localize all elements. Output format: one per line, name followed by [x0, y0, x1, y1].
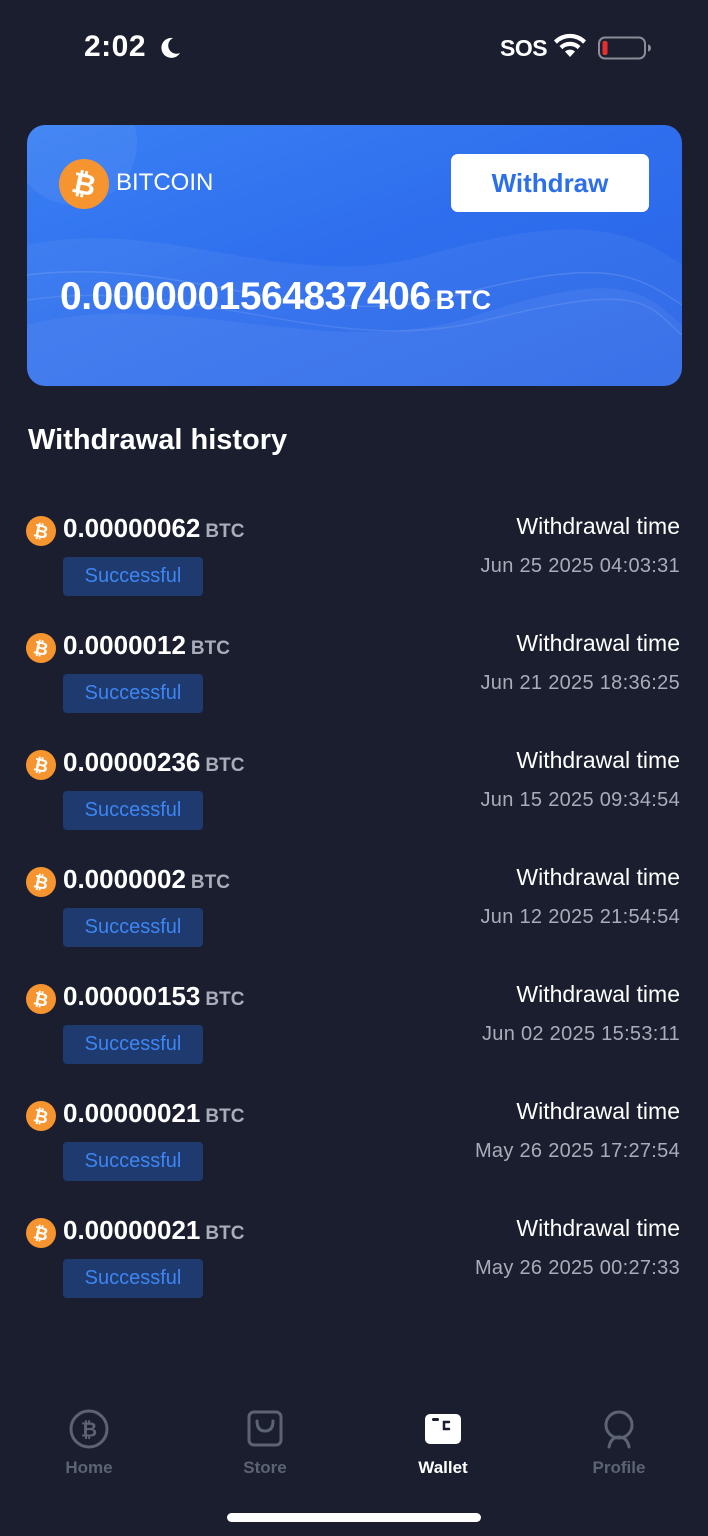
amount-value: 0.0000012 — [63, 630, 186, 660]
amount-unit: BTC — [205, 521, 245, 542]
balance: 0.0000001564837406 BTC — [60, 275, 491, 319]
balance-amount: 0.0000001564837406 — [60, 275, 431, 318]
svg-text:₿: ₿ — [81, 1418, 97, 1442]
amount-unit: BTC — [205, 989, 245, 1010]
withdrawal-amount: 0.00000236 BTC — [63, 747, 244, 778]
amount-value: 0.00000021 — [63, 1098, 201, 1128]
withdrawal-amount: 0.00000153 BTC — [63, 981, 244, 1012]
withdrawal-time-value: Jun 25 2025 04:03:31 — [480, 555, 680, 577]
amount-unit: BTC — [205, 1106, 245, 1127]
bitcoin-icon: ₿ — [69, 1409, 109, 1449]
home-indicator — [227, 1513, 481, 1522]
withdrawal-history-title: Withdrawal history — [28, 424, 288, 456]
status-badge: Successful — [63, 1259, 203, 1298]
bitcoin-coin-icon: ₿ — [26, 984, 56, 1014]
status-badge: Successful — [63, 908, 203, 947]
bitcoin-coin-icon: ₿ — [26, 1101, 56, 1131]
nav-store[interactable]: Store — [205, 1395, 325, 1485]
coin-name: BITCOIN — [116, 169, 214, 196]
withdrawal-time-label: Withdrawal time — [516, 513, 680, 539]
nav-wallet-label: Wallet — [418, 1458, 468, 1477]
profile-icon — [604, 1410, 634, 1449]
withdrawal-amount: 0.00000021 BTC — [63, 1215, 244, 1246]
amount-value: 0.00000153 — [63, 981, 201, 1011]
bitcoin-coin-icon: ₿ — [26, 750, 56, 780]
withdrawal-time-value: May 26 2025 17:27:54 — [474, 1140, 680, 1162]
sos-indicator: SOS — [500, 35, 548, 61]
amount-unit: BTC — [190, 872, 230, 893]
withdrawal-time-label: Withdrawal time — [516, 747, 680, 773]
nav-home[interactable]: ₿ Home — [29, 1395, 149, 1485]
withdrawal-amount: 0.0000002 BTC — [63, 864, 230, 895]
nav-wallet[interactable]: Wallet — [383, 1395, 503, 1485]
status-time: 2:02 — [84, 30, 147, 63]
status-badge: Successful — [63, 1025, 203, 1064]
withdrawal-time-label: Withdrawal time — [516, 1215, 680, 1241]
bitcoin-logo-icon: ₿ — [59, 159, 109, 209]
amount-value: 0.0000002 — [63, 864, 186, 894]
status-badge: Successful — [63, 1142, 203, 1181]
list-item: ₿ 0.00000062 BTC Successful Withdrawal time J… — [0, 513, 708, 616]
status-badge: Successful — [63, 791, 203, 830]
withdrawal-time-value: May 26 2025 00:27:33 — [474, 1257, 680, 1279]
withdrawal-time-label: Withdrawal time — [516, 1098, 680, 1124]
bitcoin-coin-icon: ₿ — [26, 516, 56, 546]
amount-value: 0.00000062 — [63, 513, 201, 543]
withdrawal-amount: 0.00000021 BTC — [63, 1098, 244, 1129]
status-bar: 2:02 SOS — [0, 0, 708, 96]
list-item: ₿ 0.00000236 BTC Successful Withdrawal time J… — [0, 747, 708, 850]
wallet-icon — [425, 1414, 461, 1444]
wallet-screen: 2:02 SOS ₿ BITCOIN Withdraw 0.0000001564… — [0, 0, 708, 1536]
amount-unit: BTC — [205, 755, 245, 776]
nav-profile-label: Profile — [592, 1458, 646, 1477]
withdrawal-amount: 0.00000062 BTC — [63, 513, 244, 544]
wifi-icon — [554, 33, 586, 57]
nav-profile[interactable]: Profile — [559, 1395, 679, 1485]
withdraw-button[interactable]: Withdraw — [451, 154, 649, 212]
amount-unit: BTC — [190, 638, 230, 659]
list-item: ₿ 0.0000002 BTC Successful Withdrawal time Ju… — [0, 864, 708, 967]
withdrawal-time-value: Jun 15 2025 09:34:54 — [480, 789, 680, 811]
bitcoin-coin-icon: ₿ — [26, 867, 56, 897]
list-item: ₿ 0.00000021 BTC Successful Withdrawal time M… — [0, 1098, 708, 1201]
withdrawal-time-label: Withdrawal time — [516, 981, 680, 1007]
list-item: ₿ 0.0000012 BTC Successful Withdrawal time Ju… — [0, 630, 708, 733]
bitcoin-coin-icon: ₿ — [26, 1218, 56, 1248]
balance-unit: BTC — [435, 285, 492, 315]
nav-store-label: Store — [243, 1458, 287, 1477]
bottom-nav: ₿ Home Store Wallet Profile — [0, 1395, 708, 1495]
withdrawal-time-label: Withdrawal time — [516, 630, 680, 656]
amount-unit: BTC — [205, 1223, 245, 1244]
nav-home-label: Home — [65, 1458, 113, 1477]
list-item: ₿ 0.00000021 BTC Successful Withdrawal time M… — [0, 1215, 708, 1318]
status-badge: Successful — [63, 557, 203, 596]
list-item: ₿ 0.00000153 BTC Successful Withdrawal time J… — [0, 981, 708, 1084]
bitcoin-balance-card: ₿ BITCOIN Withdraw 0.0000001564837406 BT… — [27, 125, 682, 386]
amount-value: 0.00000021 — [63, 1215, 201, 1245]
shopping-bag-icon — [247, 1410, 283, 1447]
bitcoin-coin-icon: ₿ — [26, 633, 56, 663]
amount-value: 0.00000236 — [63, 747, 201, 777]
withdrawal-time-value: Jun 12 2025 21:54:54 — [480, 906, 680, 928]
withdrawal-time-label: Withdrawal time — [516, 864, 680, 890]
withdrawal-time-value: Jun 21 2025 18:36:25 — [480, 672, 680, 694]
withdrawal-amount: 0.0000012 BTC — [63, 630, 230, 661]
moon-icon — [161, 37, 180, 58]
battery-low-icon — [598, 36, 651, 60]
status-badge: Successful — [63, 674, 203, 713]
withdrawal-time-value: Jun 02 2025 15:53:11 — [481, 1023, 680, 1045]
